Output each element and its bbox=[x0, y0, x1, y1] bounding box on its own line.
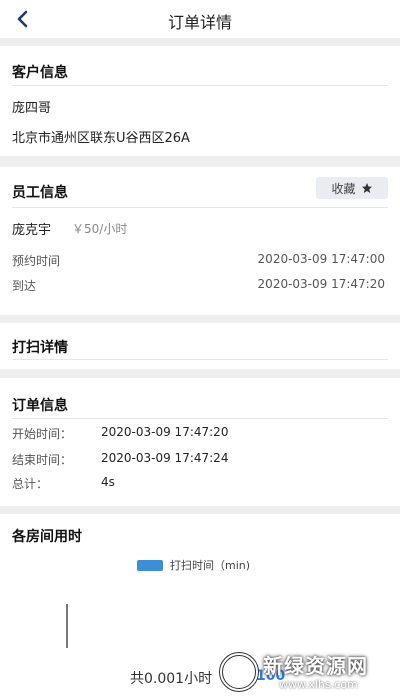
favorite-label: 收藏 bbox=[331, 181, 356, 196]
cleaning-section-title: 打扫详情 bbox=[12, 340, 68, 356]
divider bbox=[12, 85, 388, 86]
customer-name: 庞四哥 bbox=[12, 101, 52, 116]
start-time-value: 2020-03-09 17:47:20 bbox=[101, 425, 229, 439]
watermark-text: 新绿资源网 bbox=[263, 654, 368, 678]
favorite-button[interactable]: 收藏 bbox=[316, 177, 388, 199]
start-time-label: 开始时间： bbox=[12, 427, 73, 441]
order-info-card: 订单信息 开始时间： 2020-03-09 17:47:20 结束时间： 202… bbox=[0, 378, 400, 506]
nav-bar: 订单详情 bbox=[0, 0, 400, 38]
total-value: 4s bbox=[101, 475, 115, 489]
page-title: 订单详情 bbox=[167, 13, 232, 32]
total-label: 总计： bbox=[12, 477, 49, 491]
divider bbox=[12, 207, 388, 208]
room-time-section-title: 各房间用时 bbox=[12, 529, 82, 545]
end-time-label: 结束时间： bbox=[12, 453, 73, 467]
end-time-value: 2020-03-09 17:47:24 bbox=[101, 451, 229, 465]
arrive-time-value: 2020-03-09 17:47:20 bbox=[257, 277, 385, 291]
room-total-text: 共0.001小时 bbox=[130, 671, 213, 687]
booking-time-label: 预约时间 bbox=[12, 254, 61, 268]
staff-info-card: 员工信息 收藏 庞克宇 ￥50/小时 预约时间 2020-03-09 17:47… bbox=[0, 167, 400, 315]
chart-legend-swatch bbox=[137, 560, 163, 571]
chart-legend-label: 打扫时间（min) bbox=[170, 559, 251, 572]
arrive-time-label: 到达 bbox=[12, 279, 37, 293]
staff-section-title: 员工信息 bbox=[12, 185, 68, 201]
customer-address: 北京市通州区联东U谷西区26A bbox=[12, 131, 190, 146]
staff-name: 庞克宇 bbox=[12, 223, 52, 238]
staff-rate: ￥50/小时 bbox=[72, 222, 128, 236]
customer-info-card: 客户信息 庞四哥 北京市通州区联东U谷西区26A bbox=[0, 46, 400, 156]
divider bbox=[12, 418, 388, 419]
booking-time-value: 2020-03-09 17:47:00 bbox=[257, 252, 385, 266]
star-icon bbox=[361, 183, 372, 193]
divider bbox=[12, 359, 388, 360]
customer-section-title: 客户信息 bbox=[12, 65, 68, 81]
watermark-logo-icon bbox=[219, 652, 259, 692]
order-section-title: 订单信息 bbox=[12, 398, 68, 414]
chart-axis-line bbox=[66, 604, 68, 648]
cleaning-details-card: 打扫详情 bbox=[0, 323, 400, 369]
watermark: 新绿资源网 www.xlhs.com bbox=[215, 648, 395, 698]
watermark-url: www.xlhs.com bbox=[279, 678, 358, 691]
